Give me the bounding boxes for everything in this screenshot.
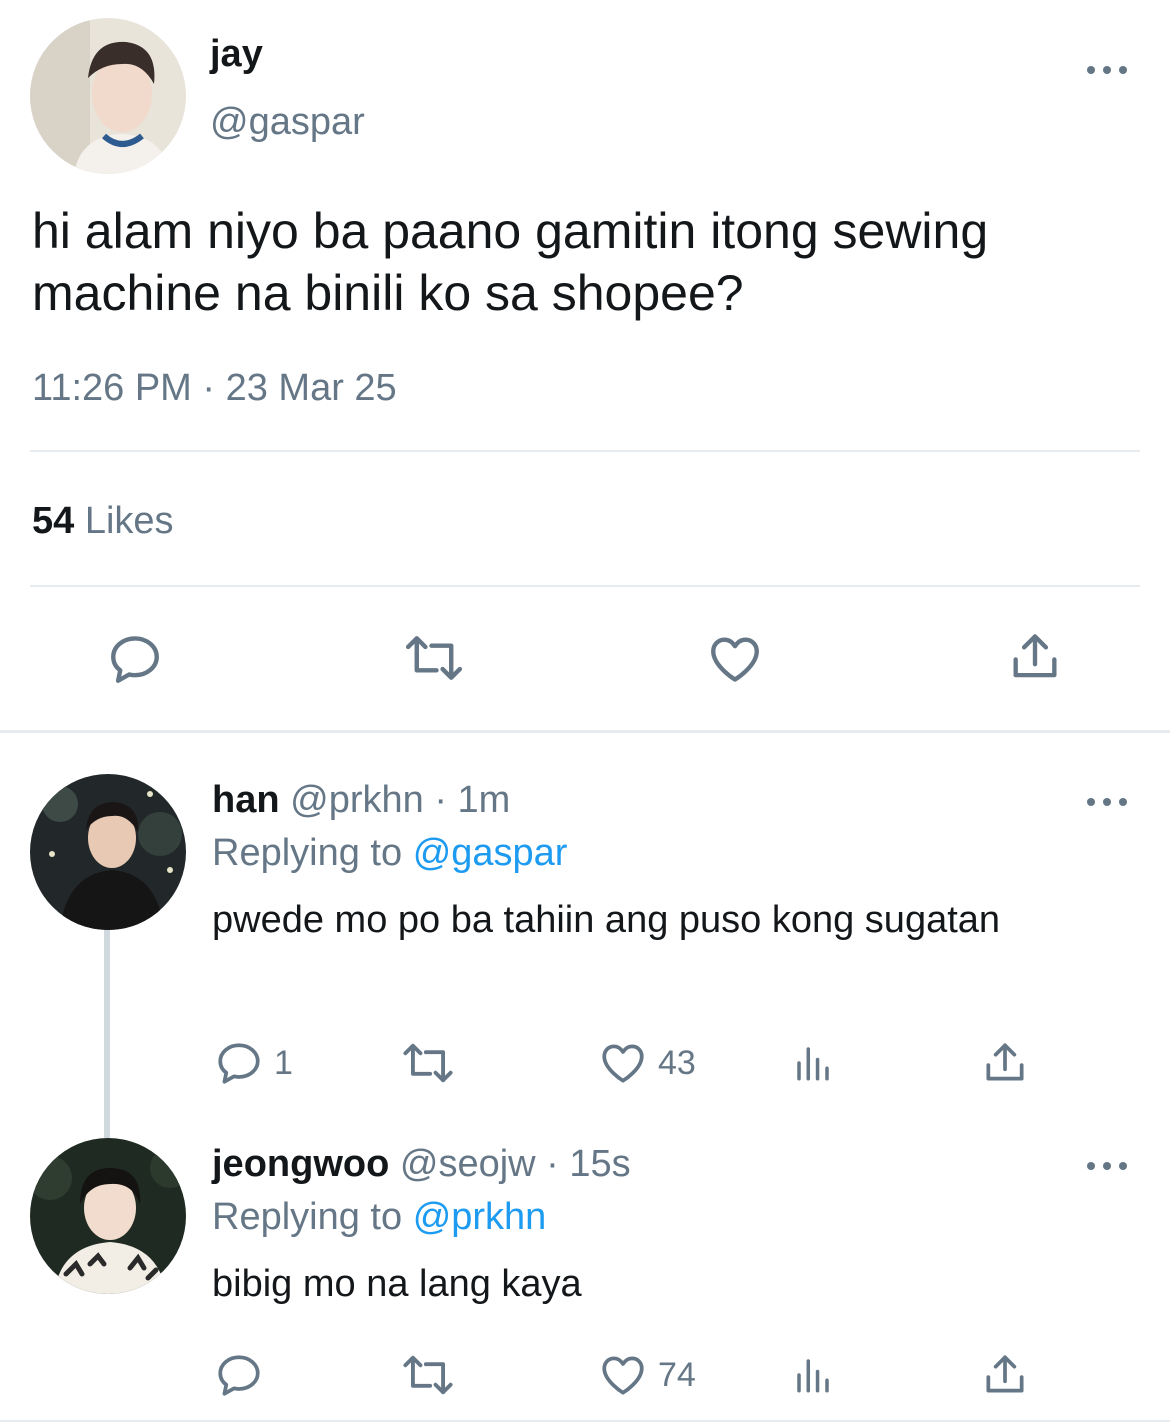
avatar[interactable] bbox=[30, 774, 186, 930]
tweet-timestamp[interactable]: 11:26 PM · 23 Mar 25 bbox=[32, 367, 397, 410]
replying-to-prefix: Replying to bbox=[212, 832, 403, 874]
reply-icon[interactable] bbox=[214, 1350, 264, 1400]
reply-count: 1 bbox=[274, 1043, 293, 1082]
share-icon[interactable] bbox=[1006, 628, 1064, 691]
like-count: 43 bbox=[658, 1043, 696, 1082]
reply-author-name[interactable]: han bbox=[212, 779, 280, 821]
avatar[interactable] bbox=[30, 18, 186, 174]
retweet-action[interactable] bbox=[400, 1348, 456, 1402]
replying-to-prefix: Replying to bbox=[212, 1196, 403, 1238]
reply-icon[interactable] bbox=[106, 630, 164, 693]
tweet-text: hi alam niyo ba paano gamitin itong sewi… bbox=[32, 203, 989, 321]
reply-time[interactable]: · 15s bbox=[546, 1143, 630, 1185]
more-icon[interactable] bbox=[1087, 1158, 1127, 1174]
reply-action[interactable]: 1 bbox=[214, 1038, 293, 1088]
analytics-icon[interactable] bbox=[792, 1354, 834, 1396]
analytics-action[interactable] bbox=[792, 1354, 834, 1396]
divider bbox=[30, 585, 1140, 587]
analytics-action[interactable] bbox=[792, 1042, 834, 1084]
reply-icon[interactable] bbox=[214, 1038, 264, 1088]
likes-stat[interactable]: 54 Likes bbox=[32, 500, 174, 543]
heart-icon[interactable] bbox=[706, 630, 764, 693]
like-count: 74 bbox=[658, 1355, 696, 1394]
more-icon[interactable] bbox=[1087, 62, 1127, 78]
more-icon[interactable] bbox=[1087, 794, 1127, 810]
reply-author-handle[interactable]: @seojw bbox=[400, 1143, 536, 1185]
divider bbox=[0, 1420, 1170, 1422]
reply-author-handle[interactable]: @prkhn bbox=[290, 779, 424, 821]
retweet-icon[interactable] bbox=[400, 1348, 456, 1402]
replying-to-link[interactable]: @prkhn bbox=[413, 1196, 547, 1238]
reply-text: bibig mo na lang kaya bbox=[212, 1263, 582, 1305]
avatar[interactable] bbox=[30, 1138, 186, 1294]
heart-icon[interactable] bbox=[598, 1350, 648, 1400]
main-tweet: jay @gaspar hi alam niyo ba paano gamiti… bbox=[0, 0, 1170, 732]
retweet-icon[interactable] bbox=[402, 628, 466, 693]
replying-to: Replying to @prkhn bbox=[212, 1196, 546, 1239]
divider bbox=[30, 450, 1140, 452]
retweet-icon[interactable] bbox=[400, 1036, 456, 1090]
thread-line bbox=[104, 928, 110, 1138]
share-icon[interactable] bbox=[980, 1350, 1030, 1400]
share-action[interactable] bbox=[980, 1038, 1030, 1088]
section-divider bbox=[0, 730, 1170, 733]
likes-count: 54 bbox=[32, 500, 75, 542]
replying-to-link[interactable]: @gaspar bbox=[413, 832, 568, 874]
analytics-icon[interactable] bbox=[792, 1042, 834, 1084]
author-handle[interactable]: @gaspar bbox=[210, 101, 365, 144]
reply-action[interactable] bbox=[214, 1350, 264, 1400]
replying-to: Replying to @gaspar bbox=[212, 832, 567, 875]
share-action[interactable] bbox=[980, 1350, 1030, 1400]
reply-author-name[interactable]: jeongwoo bbox=[212, 1143, 389, 1185]
retweet-action[interactable] bbox=[400, 1036, 456, 1090]
like-action[interactable]: 74 bbox=[598, 1350, 696, 1400]
reply-header: jeongwoo @seojw · 15s bbox=[212, 1143, 631, 1186]
heart-icon[interactable] bbox=[598, 1038, 648, 1088]
like-action[interactable]: 43 bbox=[598, 1038, 696, 1088]
reply-text: pwede mo po ba tahiin ang puso kong suga… bbox=[212, 899, 1001, 941]
author-name[interactable]: jay bbox=[210, 33, 263, 76]
likes-label: Likes bbox=[84, 500, 174, 542]
reply-time[interactable]: · 1m bbox=[434, 779, 510, 821]
reply-header: han @prkhn · 1m bbox=[212, 779, 510, 822]
share-icon[interactable] bbox=[980, 1038, 1030, 1088]
